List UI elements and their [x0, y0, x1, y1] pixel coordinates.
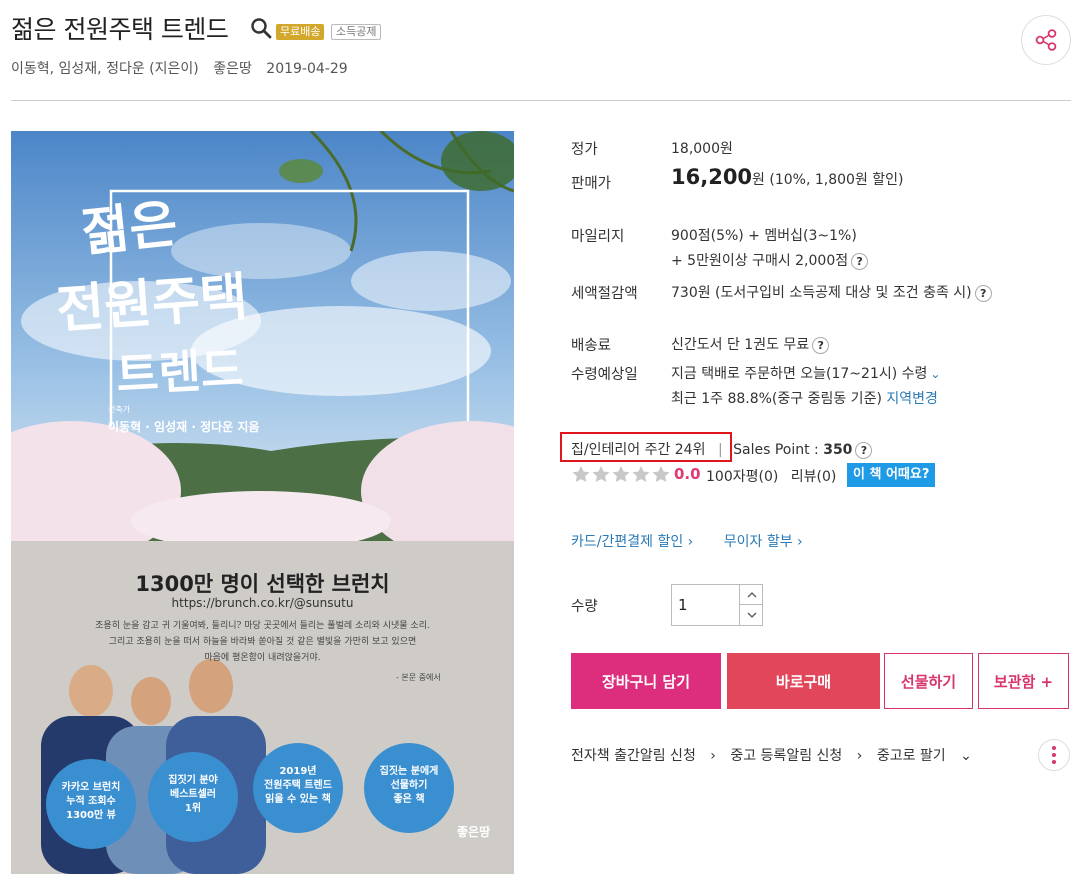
card-discount-link[interactable]: 카드/간편결제 할인 ›	[571, 534, 693, 550]
sales-point-value: 350	[823, 442, 853, 458]
cover-authors: 이동혁 · 임성재 · 정다운 지음	[108, 420, 260, 434]
help-icon[interactable]: ?	[851, 252, 869, 270]
rank-row: 집/인테리어 주간 24위 | Sales Point : 350?	[571, 439, 873, 459]
cover-title-2: 전원주택	[54, 266, 250, 341]
rating-score: 0.0	[674, 465, 701, 483]
sale-price: 16,200원 (10%, 1,800원 할인)	[671, 165, 904, 189]
book-title: 젊은 전원주택 트렌드	[11, 15, 229, 44]
sales-point-label: Sales Point :	[733, 442, 819, 458]
tax-saving-value: 730원 (도서구입비 소득공제 대상 및 조건 충족 시)?	[671, 282, 992, 302]
more-options-button[interactable]	[1038, 739, 1070, 771]
chevron-down-icon[interactable]: ⌄	[930, 367, 940, 381]
cover-title-1: 젊은	[78, 193, 181, 264]
quantity-input[interactable]: 1	[678, 596, 688, 614]
free-shipping-badge: 무료배송	[276, 24, 325, 40]
sale-price-unit: 원	[752, 172, 765, 188]
tax-saving-label: 세액절감액	[571, 286, 638, 302]
mileage-line-1: 900점(5%) + 멤버십(3~1%)	[671, 228, 857, 244]
cover-badge-3: 2019년 전원주택 트렌드 읽을 수 있는 책	[264, 766, 332, 805]
dot-icon	[1052, 746, 1056, 750]
gift-button[interactable]: 선물하기	[884, 653, 973, 709]
cover-publisher-logo: 좋은땅	[457, 825, 491, 839]
cover-author-label: 건축가	[108, 405, 131, 414]
bottom-links: 전자책 출간알림 신청 › 중고 등록알림 신청 › 중고로 팔기 ⌄	[571, 745, 982, 765]
mileage-line-2-text: + 5만원이상 구매시 2,000점	[671, 253, 849, 269]
shipping-fee-label: 배송료	[571, 338, 612, 354]
publisher-link[interactable]: 좋은땅	[213, 61, 252, 77]
cover-quote-1: 조용히 눈을 감고 귀 기울여봐, 들리니? 마당 곳곳에서 들리는 풀벌레 소…	[95, 621, 430, 631]
sale-price-amount: 16,200	[671, 165, 753, 189]
sale-price-discount: (10%, 1,800원 할인)	[769, 172, 904, 188]
list-price-value: 18,000원	[671, 141, 733, 157]
search-icon[interactable]	[250, 17, 272, 39]
shipping-fee-value: 신간도서 단 1권도 무료?	[671, 334, 830, 354]
review-counts: 100자평(0) 리뷰(0)	[706, 466, 836, 486]
dot-icon	[1052, 760, 1056, 764]
ebook-alert-link[interactable]: 전자책 출간알림 신청 ›	[571, 748, 716, 764]
cover-quote-2: 그리고 조용히 눈을 떠서 하늘을 바라봐 쏟아질 것 같은 별빛을 가만히 보…	[108, 637, 417, 647]
separator: |	[717, 442, 723, 458]
shipping-fee-text: 신간도서 단 1권도 무료	[671, 337, 810, 353]
buy-now-button[interactable]: 바로구매	[727, 653, 880, 709]
book-cover[interactable]: 젊은 전원주택 트렌드 건축가 이동혁 · 임성재 · 정다운 지음 1300만…	[11, 131, 514, 874]
cover-badge-2: 집짓기 분야 베스트셀러 1위	[168, 775, 218, 814]
rating-stars	[572, 466, 670, 482]
tax-deduction-badge: 소득공제	[331, 24, 382, 40]
delivery-recent-text: 최근 1주 88.8%(중구 중림동 기준)	[671, 391, 882, 407]
wishlist-button[interactable]: 보관함 +	[978, 653, 1069, 709]
help-icon[interactable]: ?	[974, 284, 992, 302]
discount-links: 카드/간편결제 할인 › 무이자 할부 ›	[571, 531, 803, 551]
category-rank[interactable]: 집/인테리어 주간 24위	[571, 442, 705, 458]
delivery-recent: 최근 1주 88.8%(중구 중림동 기준) 지역변경	[671, 388, 938, 408]
chevron-down-icon	[747, 612, 756, 618]
share-icon	[1035, 29, 1057, 51]
change-region-link[interactable]: 지역변경	[886, 391, 938, 407]
tax-saving-text: 730원 (도서구입비 소득공제 대상 및 조건 충족 시)	[671, 285, 972, 301]
cover-quote-3: 마음에 평온함이 내려앉을거야.	[204, 653, 321, 663]
delivery-eta-value[interactable]: 지금 택배로 주문하면 오늘(17~21시) 수령 ⌄	[671, 363, 940, 383]
mileage-label: 마일리지	[571, 229, 625, 245]
help-icon[interactable]: ?	[812, 336, 830, 354]
chevron-up-icon	[747, 591, 756, 597]
cover-quote-source: - 본문 중에서	[396, 673, 441, 682]
book-meta: 이동혁, 임성재, 정다운 (지은이) 좋은땅 2019-04-29	[11, 58, 358, 78]
cover-url: https://brunch.co.kr/@sunsutu	[171, 596, 354, 610]
authors-link[interactable]: 이동혁, 임성재, 정다운 (지은이)	[11, 61, 199, 77]
help-icon[interactable]: ?	[855, 441, 873, 459]
quantity-decrease-button[interactable]	[739, 605, 763, 625]
quantity-label: 수량	[571, 599, 598, 615]
quantity-stepper[interactable]: 1	[671, 584, 763, 626]
cover-badge-4: 집짓는 분에게 선물하기 좋은 책	[379, 766, 439, 805]
how-about-button[interactable]: 이 책 어때요?	[847, 463, 936, 487]
sale-price-label: 판매가	[571, 176, 612, 192]
cover-title-3: 트렌드	[114, 341, 245, 403]
review-count[interactable]: 리뷰(0)	[791, 469, 837, 485]
cover-badge-1: 카카오 브런치 누적 조회수 1300만 뷰	[61, 782, 121, 821]
sell-used-link[interactable]: 중고로 팔기 ⌄	[877, 748, 972, 764]
share-button[interactable]	[1021, 15, 1071, 65]
add-to-cart-button[interactable]: 장바구니 담기	[571, 653, 721, 709]
mileage-line-2: + 5만원이상 구매시 2,000점?	[671, 250, 869, 270]
quantity-increase-button[interactable]	[739, 585, 763, 605]
installment-link[interactable]: 무이자 할부 ›	[724, 534, 803, 550]
header-divider	[11, 100, 1071, 101]
delivery-eta-label: 수령예상일	[571, 367, 638, 383]
delivery-eta-text: 지금 택배로 주문하면 오늘(17~21시) 수령	[671, 366, 928, 382]
dot-icon	[1052, 753, 1056, 757]
used-alert-link[interactable]: 중고 등록알림 신청 ›	[730, 748, 862, 764]
cover-headline: 1300만 명이 선택한 브런치	[135, 572, 390, 596]
publish-date: 2019-04-29	[266, 61, 348, 77]
short-review-count[interactable]: 100자평(0)	[706, 469, 778, 485]
list-price-label: 정가	[571, 142, 598, 158]
